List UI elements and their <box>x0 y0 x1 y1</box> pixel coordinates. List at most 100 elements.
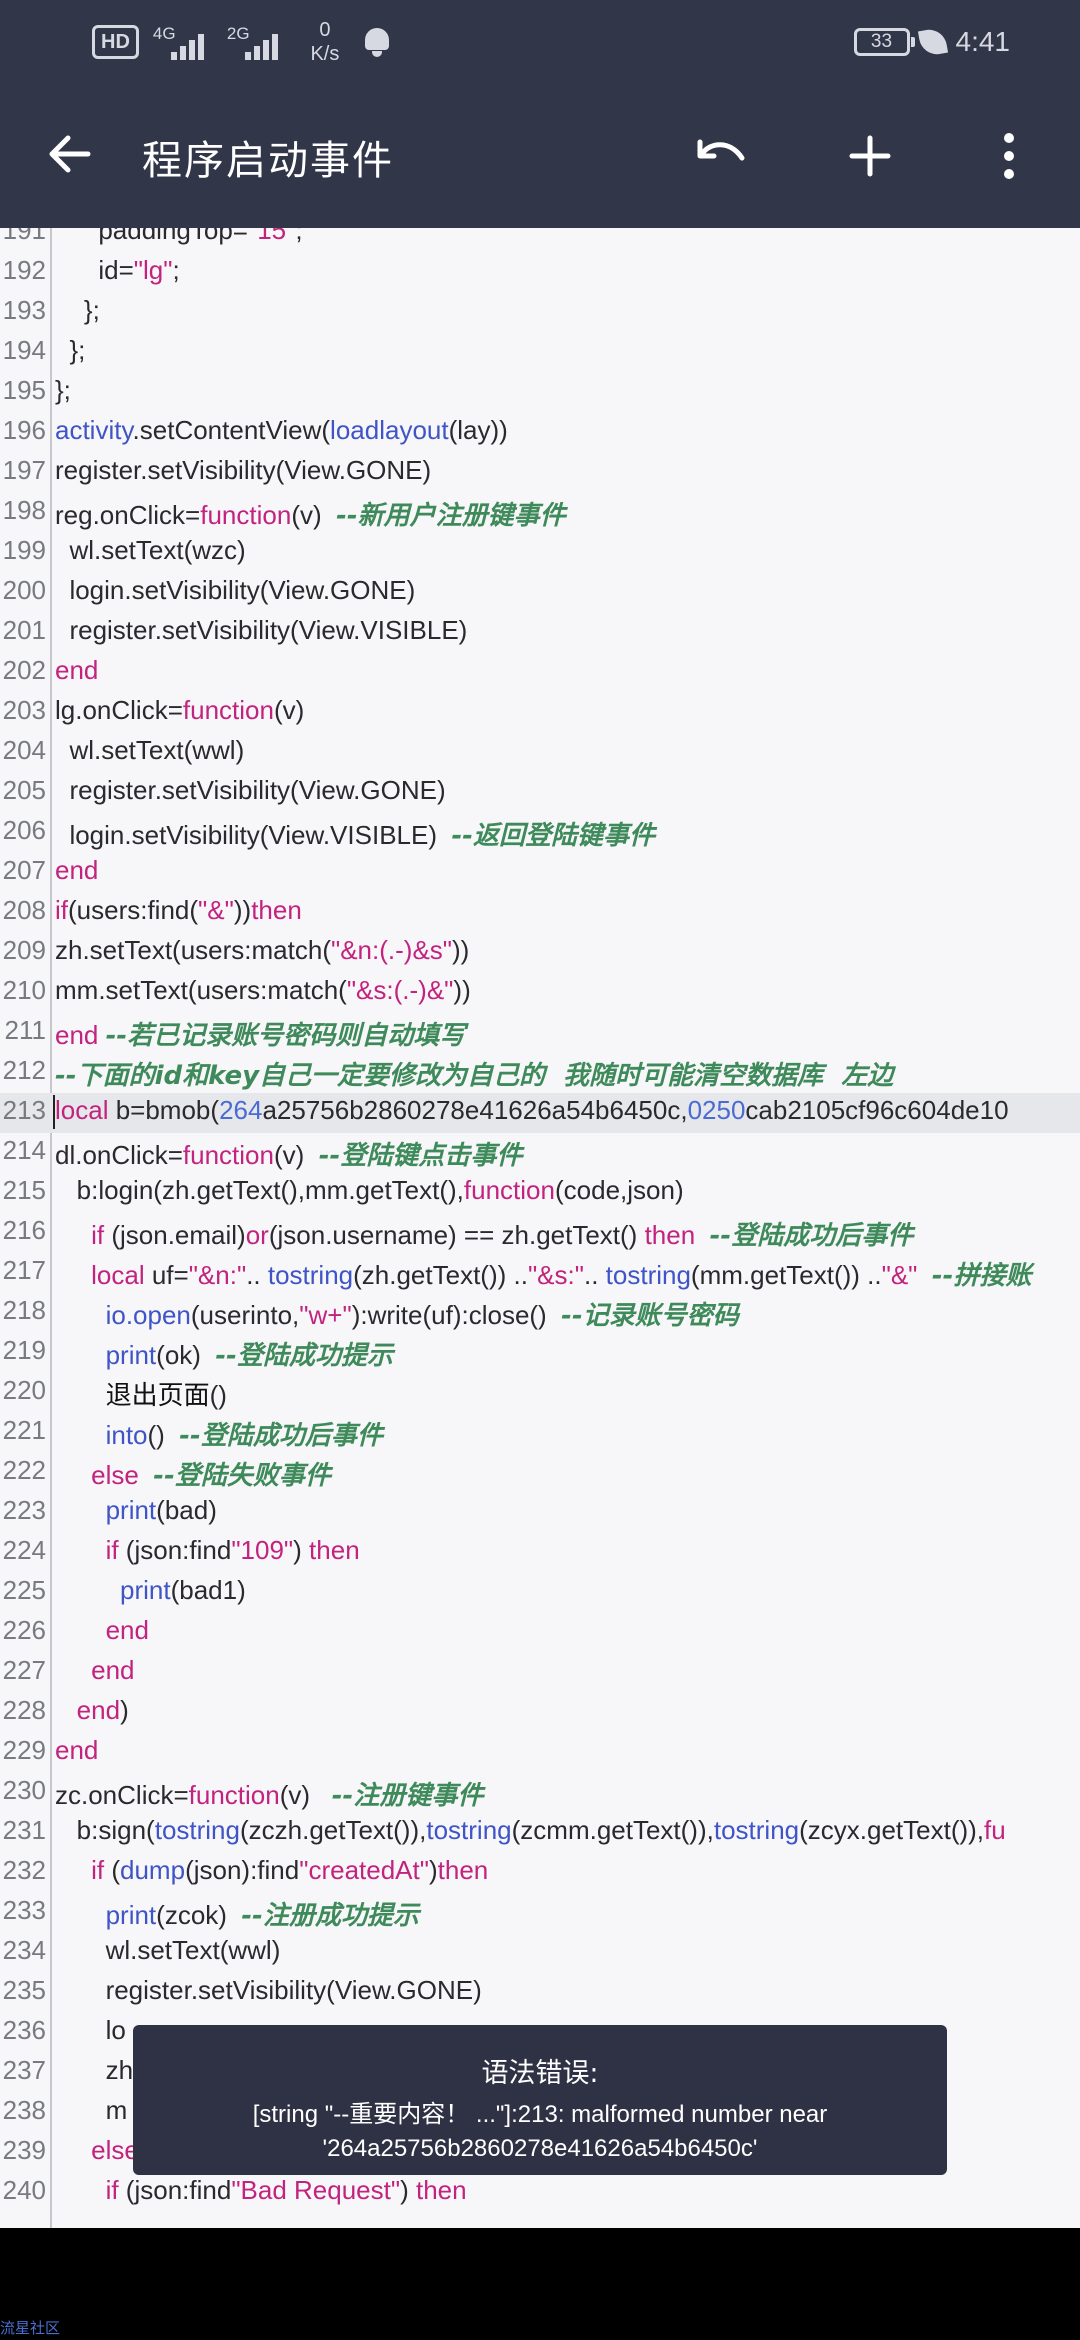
code-line[interactable]: 215 b:login(zh.getText(),mm.getText(),fu… <box>0 1173 1080 1213</box>
code-line[interactable]: 202 end <box>0 653 1080 693</box>
code-line[interactable]: 235 register.setVisibility(View.GONE) <box>0 1973 1080 2013</box>
code-token: register.setVisibility(View.VISIBLE) <box>55 615 468 645</box>
code-line[interactable]: 214 dl.onClick=function(v) --登陆键点击事件 <box>0 1133 1080 1173</box>
code-text: print(ok) --登陆成功提示 <box>55 1335 393 1372</box>
code-comment: --登陆成功提示 <box>215 1341 393 1371</box>
code-line[interactable]: 219 print(ok) --登陆成功提示 <box>0 1333 1080 1373</box>
code-token: function <box>463 1175 555 1205</box>
code-line[interactable]: 231 b:sign(tostring(zczh.getText()),tost… <box>0 1813 1080 1853</box>
code-line[interactable]: 201 register.setVisibility(View.VISIBLE) <box>0 613 1080 653</box>
code-line[interactable]: 195}; <box>0 373 1080 413</box>
notification-bell-icon <box>363 26 391 58</box>
code-comment: --拼接账 <box>931 1261 1032 1291</box>
code-line[interactable]: 213 local b=bmob(264a25756b2860278e41626a… <box>0 1093 1080 1133</box>
code-token: else <box>91 1460 139 1490</box>
code-editor[interactable]: 191 paddingTop="15"; 192 id="lg"; 193 }; 19… <box>0 228 1080 2228</box>
code-line[interactable]: 203 lg.onClick=function(v) <box>0 693 1080 733</box>
code-token: )) <box>233 895 252 925</box>
code-text: 退出页面() <box>55 1375 227 1412</box>
code-token: end <box>76 1695 121 1725</box>
code-line[interactable]: 217 local uf="&n:".. tostring(zh.getText… <box>0 1253 1080 1293</box>
code-token: tostring <box>713 1815 800 1845</box>
code-token: "w+" <box>299 1300 352 1330</box>
code-line[interactable]: 220 退出页面() <box>0 1373 1080 1413</box>
code-token: (zcok) <box>156 1900 242 1930</box>
code-line[interactable]: 223 print(bad) <box>0 1493 1080 1533</box>
code-line[interactable]: 197 register.setVisibility(View.GONE) <box>0 453 1080 493</box>
code-line[interactable]: 206 login.setVisibility(View.VISIBLE) --… <box>0 813 1080 853</box>
code-line[interactable]: 191 paddingTop="15"; <box>0 228 1080 253</box>
code-line[interactable]: 212 --下面的id和key自己一定要修改为自己的 我随时可能清空数据库 左边 <box>0 1053 1080 1093</box>
code-token: b:login(zh.getText(),mm.getText(), <box>55 1175 464 1205</box>
code-line[interactable]: 193 }; <box>0 293 1080 333</box>
code-token: b:sign( <box>55 1815 155 1845</box>
code-line[interactable]: 229 end <box>0 1733 1080 1773</box>
code-line[interactable]: 224 if (json:find"109") then <box>0 1533 1080 1573</box>
code-token: wl.setText(wwl) <box>55 1935 281 1965</box>
code-token: 0250 <box>687 1095 746 1125</box>
code-token: ) <box>428 1855 438 1885</box>
code-line[interactable]: 221 into() --登陆成功后事件 <box>0 1413 1080 1453</box>
code-line[interactable]: 216 if (json.email)or(json.username) == … <box>0 1213 1080 1253</box>
code-token: (v) <box>273 695 305 725</box>
code-line[interactable]: 209 zh.setText(users:match("&n:(.-)&s")) <box>0 933 1080 973</box>
code-line[interactable]: 194 }; <box>0 333 1080 373</box>
back-arrow-icon[interactable] <box>42 124 102 184</box>
code-text: wl.setText(wwl) <box>55 735 244 766</box>
code-token: lo <box>55 2015 126 2045</box>
code-token: dump <box>120 1855 186 1885</box>
undo-icon[interactable] <box>690 124 754 188</box>
code-line[interactable]: 227 end <box>0 1653 1080 1693</box>
more-vert-icon[interactable] <box>984 124 1034 188</box>
code-token: uf= <box>144 1260 189 1290</box>
code-line[interactable]: 198 reg.onClick=function(v) --新用户注册键事件 <box>0 493 1080 533</box>
code-line[interactable]: 222 else --登陆失败事件 <box>0 1453 1080 1493</box>
code-line[interactable]: 228 end) <box>0 1693 1080 1733</box>
code-token: end <box>105 1615 149 1645</box>
code-line[interactable]: 225 print(bad1) <box>0 1573 1080 1613</box>
code-token: tostring <box>154 1815 240 1845</box>
code-line[interactable]: 234 wl.setText(wwl) <box>0 1933 1080 1973</box>
code-token: a25756b2860278e41626a54b6450c, <box>262 1095 688 1125</box>
code-line[interactable]: 208 if(users:find("&"))then <box>0 893 1080 933</box>
code-line[interactable]: 226 end <box>0 1613 1080 1653</box>
code-line[interactable]: 205 register.setVisibility(View.GONE) <box>0 773 1080 813</box>
syntax-error-toast: 语法错误: [string "--重要内容！ ..."]:213: malfor… <box>133 2025 947 2175</box>
line-number: 206 <box>2 815 46 845</box>
code-token: dl.onClick= <box>55 1140 183 1170</box>
line-number: 237 <box>2 2055 46 2085</box>
code-line[interactable]: 196 activity.setContentView(loadlayout(la… <box>0 413 1080 453</box>
code-token: print <box>105 1340 157 1370</box>
battery-icon: 33 <box>853 28 915 56</box>
code-token: then <box>416 2175 467 2205</box>
code-line[interactable]: 218 io.open(userinto,"w+"):write(uf):clo… <box>0 1293 1080 1333</box>
code-text: mm.setText(users:match("&s:(.-)&")) <box>55 975 471 1006</box>
code-text: register.setVisibility(View.GONE) <box>55 775 445 806</box>
code-text: if (dump(json):find"createdAt")then <box>55 1855 488 1886</box>
code-line[interactable]: 199 wl.setText(wzc) <box>0 533 1080 573</box>
code-line[interactable]: 211 end --若已记录账号密码则自动填写 <box>0 1013 1080 1053</box>
code-text: end) <box>55 1695 129 1726</box>
code-token: ; <box>172 255 180 285</box>
code-line[interactable]: 204 wl.setText(wwl) <box>0 733 1080 773</box>
code-line[interactable]: 200 login.setVisibility(View.GONE) <box>0 573 1080 613</box>
code-text: if (json:find"Bad Request") then <box>55 2175 467 2206</box>
code-line[interactable]: 210 mm.setText(users:match("&s:(.-)&")) <box>0 973 1080 1013</box>
code-token: local <box>55 1095 109 1125</box>
code-comment: --登陆键点击事件 <box>318 1141 523 1171</box>
code-line[interactable]: 232 if (dump(json):find"createdAt")then <box>0 1853 1080 1893</box>
code-line[interactable]: 240 if (json:find"Bad Request") then <box>0 2173 1080 2213</box>
code-text: print(bad) <box>55 1495 217 1526</box>
code-line[interactable]: 233 print(zcok) --注册成功提示 <box>0 1893 1080 1933</box>
add-icon[interactable] <box>838 124 902 188</box>
code-token: (zh.getText()) .. <box>353 1260 528 1290</box>
power-saving-leaf-icon <box>917 26 948 58</box>
code-line[interactable]: 207 end <box>0 853 1080 893</box>
line-number: 218 <box>2 1295 46 1325</box>
code-line[interactable]: 230 zc.onClick=function(v) --注册键事件 <box>0 1773 1080 1813</box>
line-number: 239 <box>2 2135 46 2165</box>
code-text: end <box>55 1735 98 1766</box>
code-text: end <box>55 855 98 886</box>
code-line[interactable]: 192 id="lg"; <box>0 253 1080 293</box>
